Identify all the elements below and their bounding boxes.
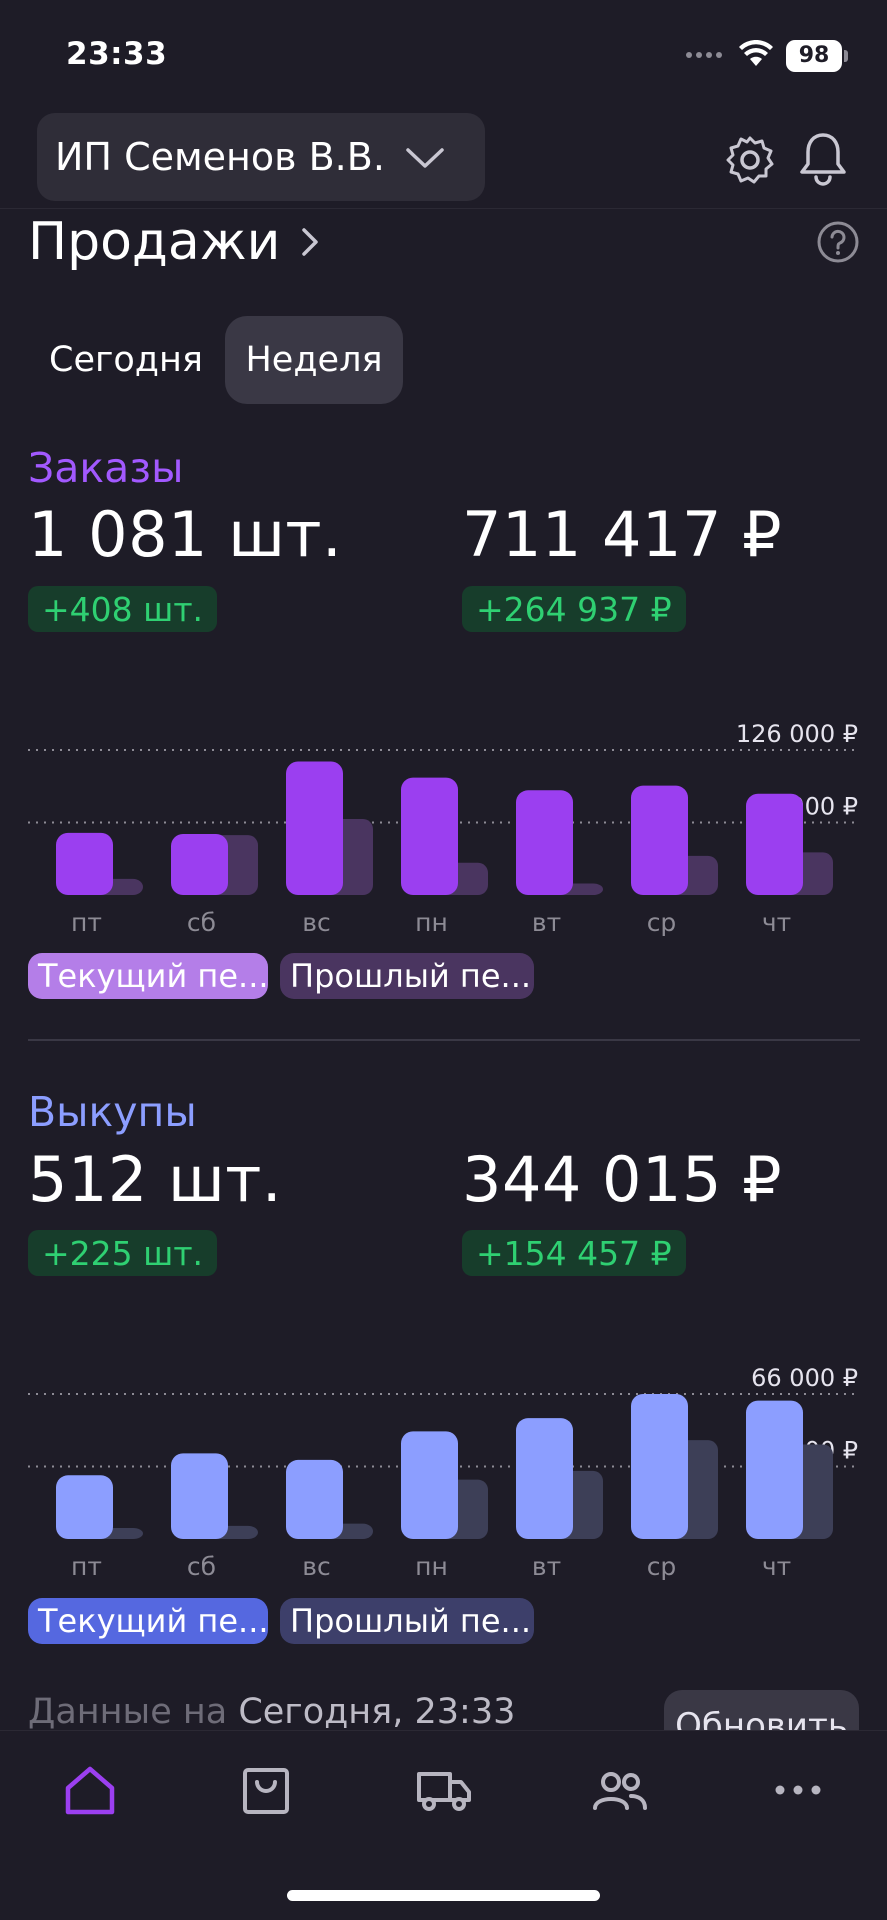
buyouts-bar-current: [401, 1431, 458, 1539]
truck-icon[interactable]: [414, 1762, 474, 1818]
data-timestamp: Данные на Сегодня, 23:33: [28, 1692, 515, 1732]
battery-tip: [844, 50, 848, 62]
orders-legend-current[interactable]: Текущий пе...: [28, 953, 269, 999]
wifi-icon: [738, 39, 774, 72]
orders-legend-previous[interactable]: Прошлый пе...: [280, 953, 534, 999]
orders-x-label: вс: [302, 908, 330, 937]
orders-x-label: сб: [187, 908, 216, 937]
header-divider: [0, 208, 887, 209]
tab-today[interactable]: Сегодня: [30, 316, 222, 404]
orders-bar-current: [631, 785, 688, 895]
bell-icon[interactable]: [797, 130, 849, 190]
buyouts-bar-current: [746, 1400, 803, 1539]
orders-x-label: ср: [647, 908, 677, 937]
orders-bar-current: [516, 790, 573, 895]
buyouts-bar-current: [171, 1453, 228, 1539]
orders-bar-current: [56, 832, 113, 895]
help-icon[interactable]: [816, 220, 860, 268]
orders-count-delta: +408 шт.: [28, 586, 218, 632]
seller-selector[interactable]: ИП Семенов В.В.: [37, 113, 485, 201]
orders-label: Заказы: [28, 444, 184, 492]
orders-chart: 126 000 ₽63 000 ₽ пт сб вс пн вт ср чт: [0, 700, 887, 940]
buyouts-x-label: пт: [71, 1552, 102, 1581]
buyouts-x-label: вт: [532, 1552, 561, 1581]
more-icon[interactable]: [768, 1762, 828, 1818]
orders-bar-current: [401, 777, 458, 895]
section-title[interactable]: Продажи: [28, 212, 280, 272]
orders-x-label: вт: [532, 908, 561, 937]
buyouts-grid-label: 66 000 ₽: [751, 1364, 858, 1392]
chevron-down-icon: [405, 135, 445, 179]
buyouts-x-label: пн: [415, 1552, 448, 1581]
buyouts-bar-current: [286, 1459, 343, 1539]
buyouts-legend-previous[interactable]: Прошлый пе...: [280, 1598, 534, 1644]
section-divider: [28, 1039, 860, 1041]
users-icon[interactable]: [590, 1762, 650, 1818]
orders-x-label: чт: [762, 908, 791, 937]
bag-icon[interactable]: [236, 1762, 296, 1818]
buyouts-x-label: ср: [647, 1552, 677, 1581]
seller-name: ИП Семенов В.В.: [55, 135, 385, 179]
buyouts-bar-current: [516, 1418, 573, 1539]
buyouts-bar-current: [631, 1394, 688, 1539]
buyouts-chart: 66 000 ₽33 000 ₽птсбвспнвтсрчт: [0, 1344, 887, 1584]
home-indicator: [287, 1890, 600, 1901]
buyouts-label: Выкупы: [28, 1088, 197, 1136]
orders-bar-current: [171, 834, 228, 895]
orders-x-label: пн: [415, 908, 448, 937]
chevron-right-icon[interactable]: [300, 226, 320, 262]
buyouts-count: 512 шт.: [28, 1143, 283, 1216]
buyouts-sum: 344 015 ₽: [462, 1143, 783, 1216]
orders-bar-current: [746, 793, 803, 895]
data-timestamp-value: Сегодня, 23:33: [238, 1692, 516, 1732]
orders-grid-label: 126 000 ₽: [736, 720, 858, 748]
status-time: 23:33: [66, 36, 168, 72]
buyouts-x-label: вс: [302, 1552, 330, 1581]
orders-sum-delta: +264 937 ₽: [462, 586, 686, 632]
buyouts-legend-current[interactable]: Текущий пе...: [28, 1598, 269, 1644]
orders-x-label: пт: [71, 908, 102, 937]
buyouts-count-delta: +225 шт.: [28, 1230, 218, 1276]
home-icon[interactable]: [60, 1762, 120, 1818]
orders-count: 1 081 шт.: [28, 498, 343, 571]
gear-icon[interactable]: [724, 134, 776, 190]
buyouts-bar-current: [56, 1475, 113, 1539]
tab-week[interactable]: Неделя: [225, 316, 403, 404]
cellular-signal-icon: [686, 52, 726, 60]
buyouts-x-label: чт: [762, 1552, 791, 1581]
data-timestamp-prefix: Данные на: [28, 1692, 228, 1732]
battery-icon: 98: [786, 40, 842, 72]
orders-bar-current: [286, 761, 343, 895]
orders-sum: 711 417 ₽: [462, 498, 783, 571]
buyouts-sum-delta: +154 457 ₽: [462, 1230, 686, 1276]
buyouts-x-label: сб: [187, 1552, 216, 1581]
